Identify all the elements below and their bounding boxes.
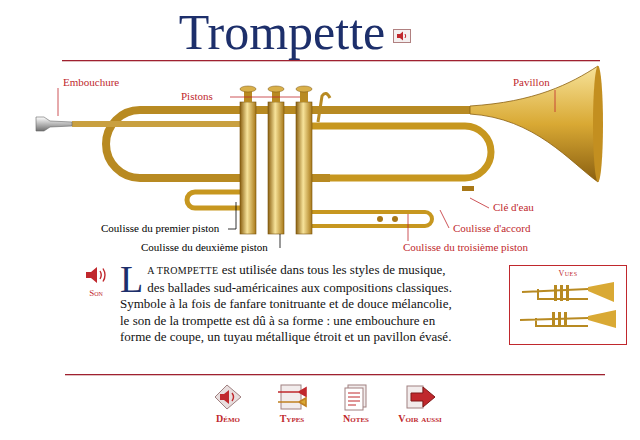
nav-button[interactable]: Démo bbox=[196, 383, 260, 424]
part-label[interactable]: Coulisse du premier piston bbox=[100, 222, 220, 235]
part-label[interactable]: Embouchure bbox=[62, 76, 120, 89]
intro-paragraph: L A TROMPETTE est utilisée dans tous les… bbox=[120, 262, 502, 346]
header: Trompette bbox=[0, 0, 640, 60]
part-label[interactable]: Coulisse du troisième piston bbox=[402, 241, 529, 254]
drop-cap: L bbox=[120, 264, 143, 294]
paragraph-line: des ballades sud-américaines aux composi… bbox=[120, 280, 502, 297]
notes-icon bbox=[339, 383, 373, 411]
nav-label: Notes bbox=[343, 413, 369, 424]
nav-label: Démo bbox=[216, 413, 240, 424]
sound-button[interactable]: Son bbox=[76, 262, 116, 298]
demo-speaker-icon bbox=[211, 383, 245, 411]
page-title: Trompette bbox=[179, 7, 386, 57]
paragraph-line: Symbole à la fois de fanfare tonitruante… bbox=[120, 296, 502, 313]
part-label[interactable]: Pavillon bbox=[512, 76, 551, 89]
arrow-icon bbox=[403, 383, 437, 411]
nav-button[interactable]: Voir aussi bbox=[388, 383, 452, 424]
paragraph-line: forme de coupe, un tuyau métallique étro… bbox=[120, 329, 502, 346]
sound-label: Son bbox=[89, 288, 103, 298]
part-label[interactable]: Clé d'eau bbox=[492, 201, 535, 214]
trumpets-icon bbox=[275, 383, 309, 411]
nav-button[interactable]: Notes bbox=[324, 383, 388, 424]
speaker-icon bbox=[393, 29, 411, 43]
nav-label: Types bbox=[280, 413, 305, 424]
part-label[interactable]: Coulisse du deuxième piston bbox=[140, 241, 269, 254]
trumpet-thumbnail-icon bbox=[518, 281, 618, 303]
paragraph-line: le son de la trompette est dû à sa forme… bbox=[120, 313, 502, 330]
trumpet-thumbnail-icon bbox=[518, 306, 618, 328]
paragraph-line: A TROMPETTE est utilisée dans tous les s… bbox=[120, 262, 502, 280]
title-sound-button[interactable] bbox=[393, 29, 411, 43]
footer-divider bbox=[65, 374, 605, 375]
speaker-icon bbox=[83, 264, 109, 286]
title-divider bbox=[62, 60, 600, 61]
views-box[interactable]: Vues bbox=[509, 265, 627, 345]
trumpet-diagram: Embouchure Pistons Pavillon Clé d'eau Coulis… bbox=[0, 62, 640, 260]
nav-bar: Démo Types Notes Voir aussi bbox=[0, 383, 640, 424]
nav-button[interactable]: Types bbox=[260, 383, 324, 424]
content-row: Son L A TROMPETTE est utilisée dans tous… bbox=[0, 262, 640, 374]
encyclopedia-page: Trompette Embouchure Pistons Pavillon Clé d… bbox=[0, 0, 640, 440]
lead-words: A TROMPETTE bbox=[147, 265, 218, 276]
part-label[interactable]: Coulisse d'accord bbox=[452, 222, 531, 235]
trumpet-icon bbox=[0, 62, 640, 260]
nav-label: Voir aussi bbox=[398, 413, 442, 424]
part-label[interactable]: Pistons bbox=[180, 90, 214, 103]
views-label: Vues bbox=[558, 269, 577, 278]
